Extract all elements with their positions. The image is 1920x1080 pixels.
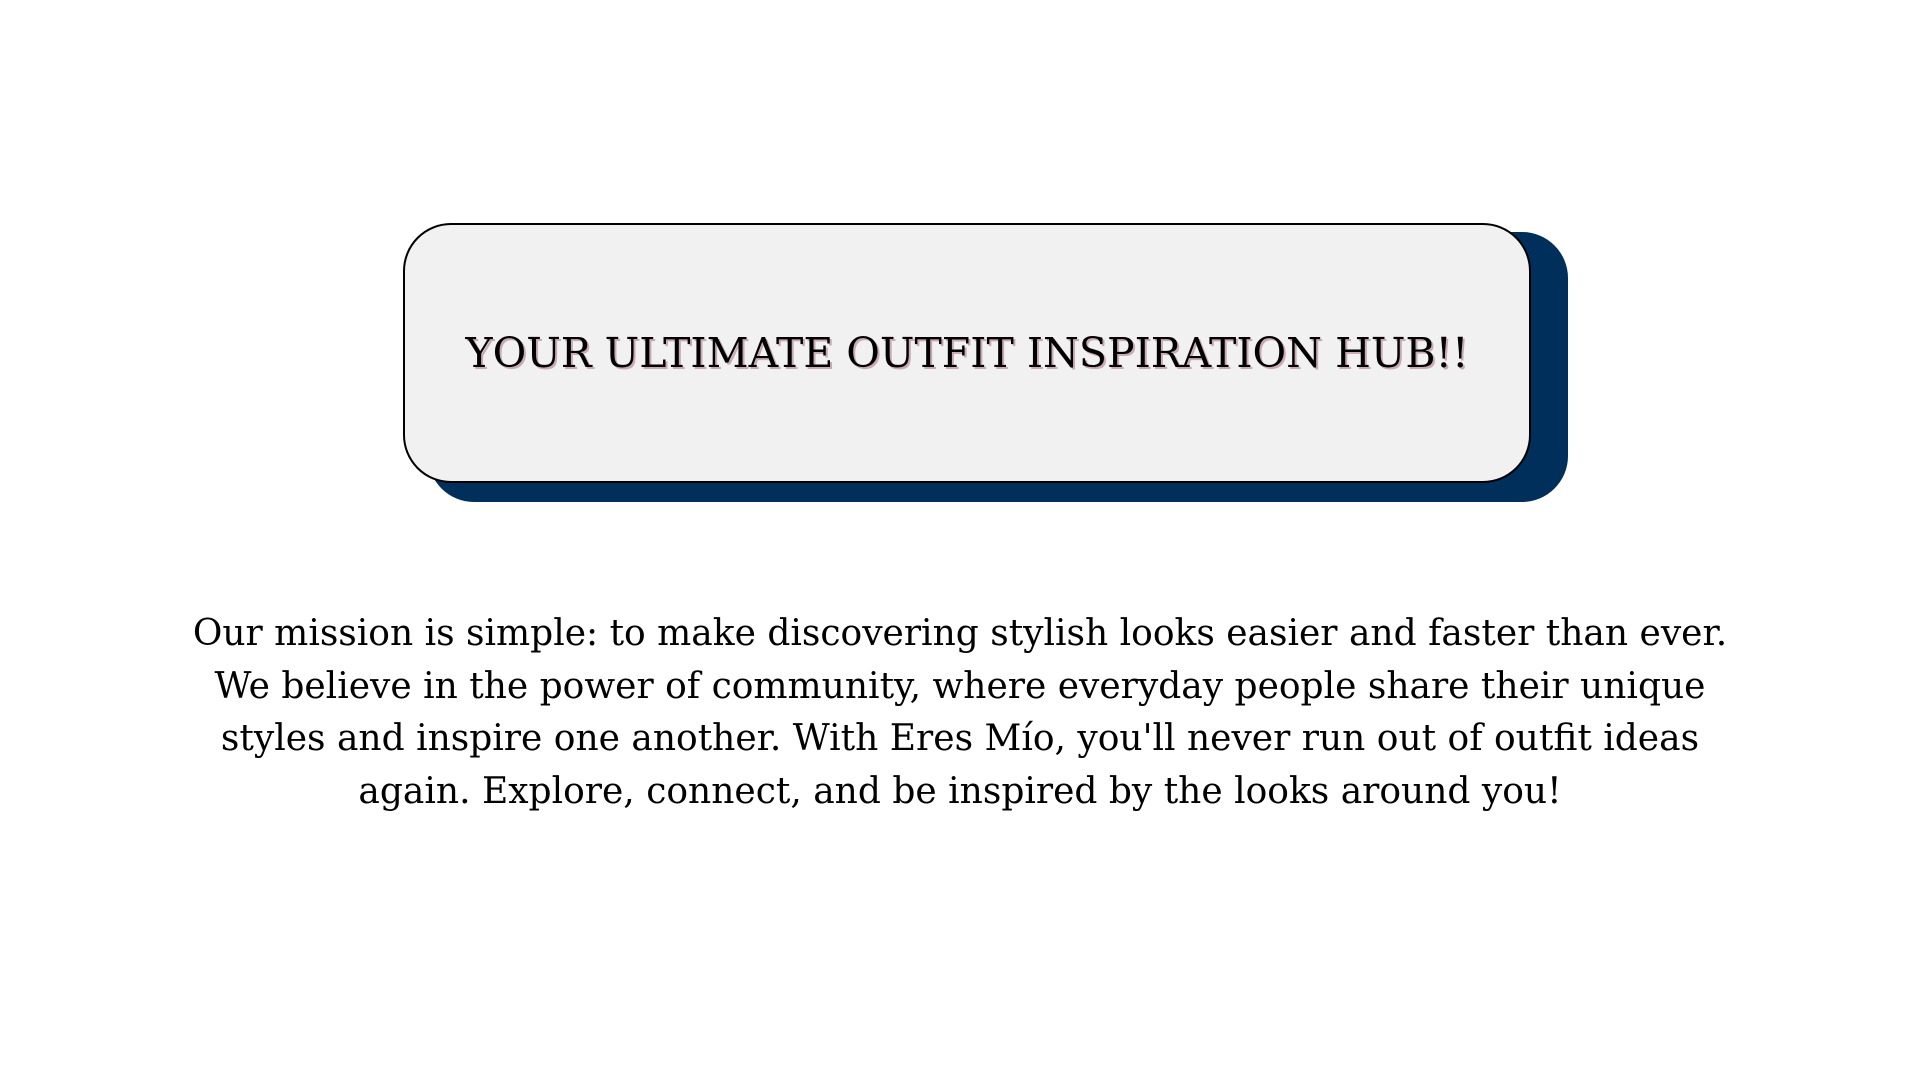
hero-card: YOUR ULTIMATE OUTFIT INSPIRATION HUB!! [403, 223, 1531, 483]
mission-line: styles and inspire one another. With Ere… [220, 718, 1700, 759]
hero-title: YOUR ULTIMATE OUTFIT INSPIRATION HUB!! [465, 329, 1469, 377]
mission-line: Our mission is simple: to make discoveri… [192, 613, 1728, 654]
mission-text: Our mission is simple: to make discoveri… [110, 608, 1810, 818]
mission-line: We believe in the power of community, wh… [214, 665, 1706, 707]
mission-line: again. Explore, connect, and be inspired… [358, 770, 1562, 812]
